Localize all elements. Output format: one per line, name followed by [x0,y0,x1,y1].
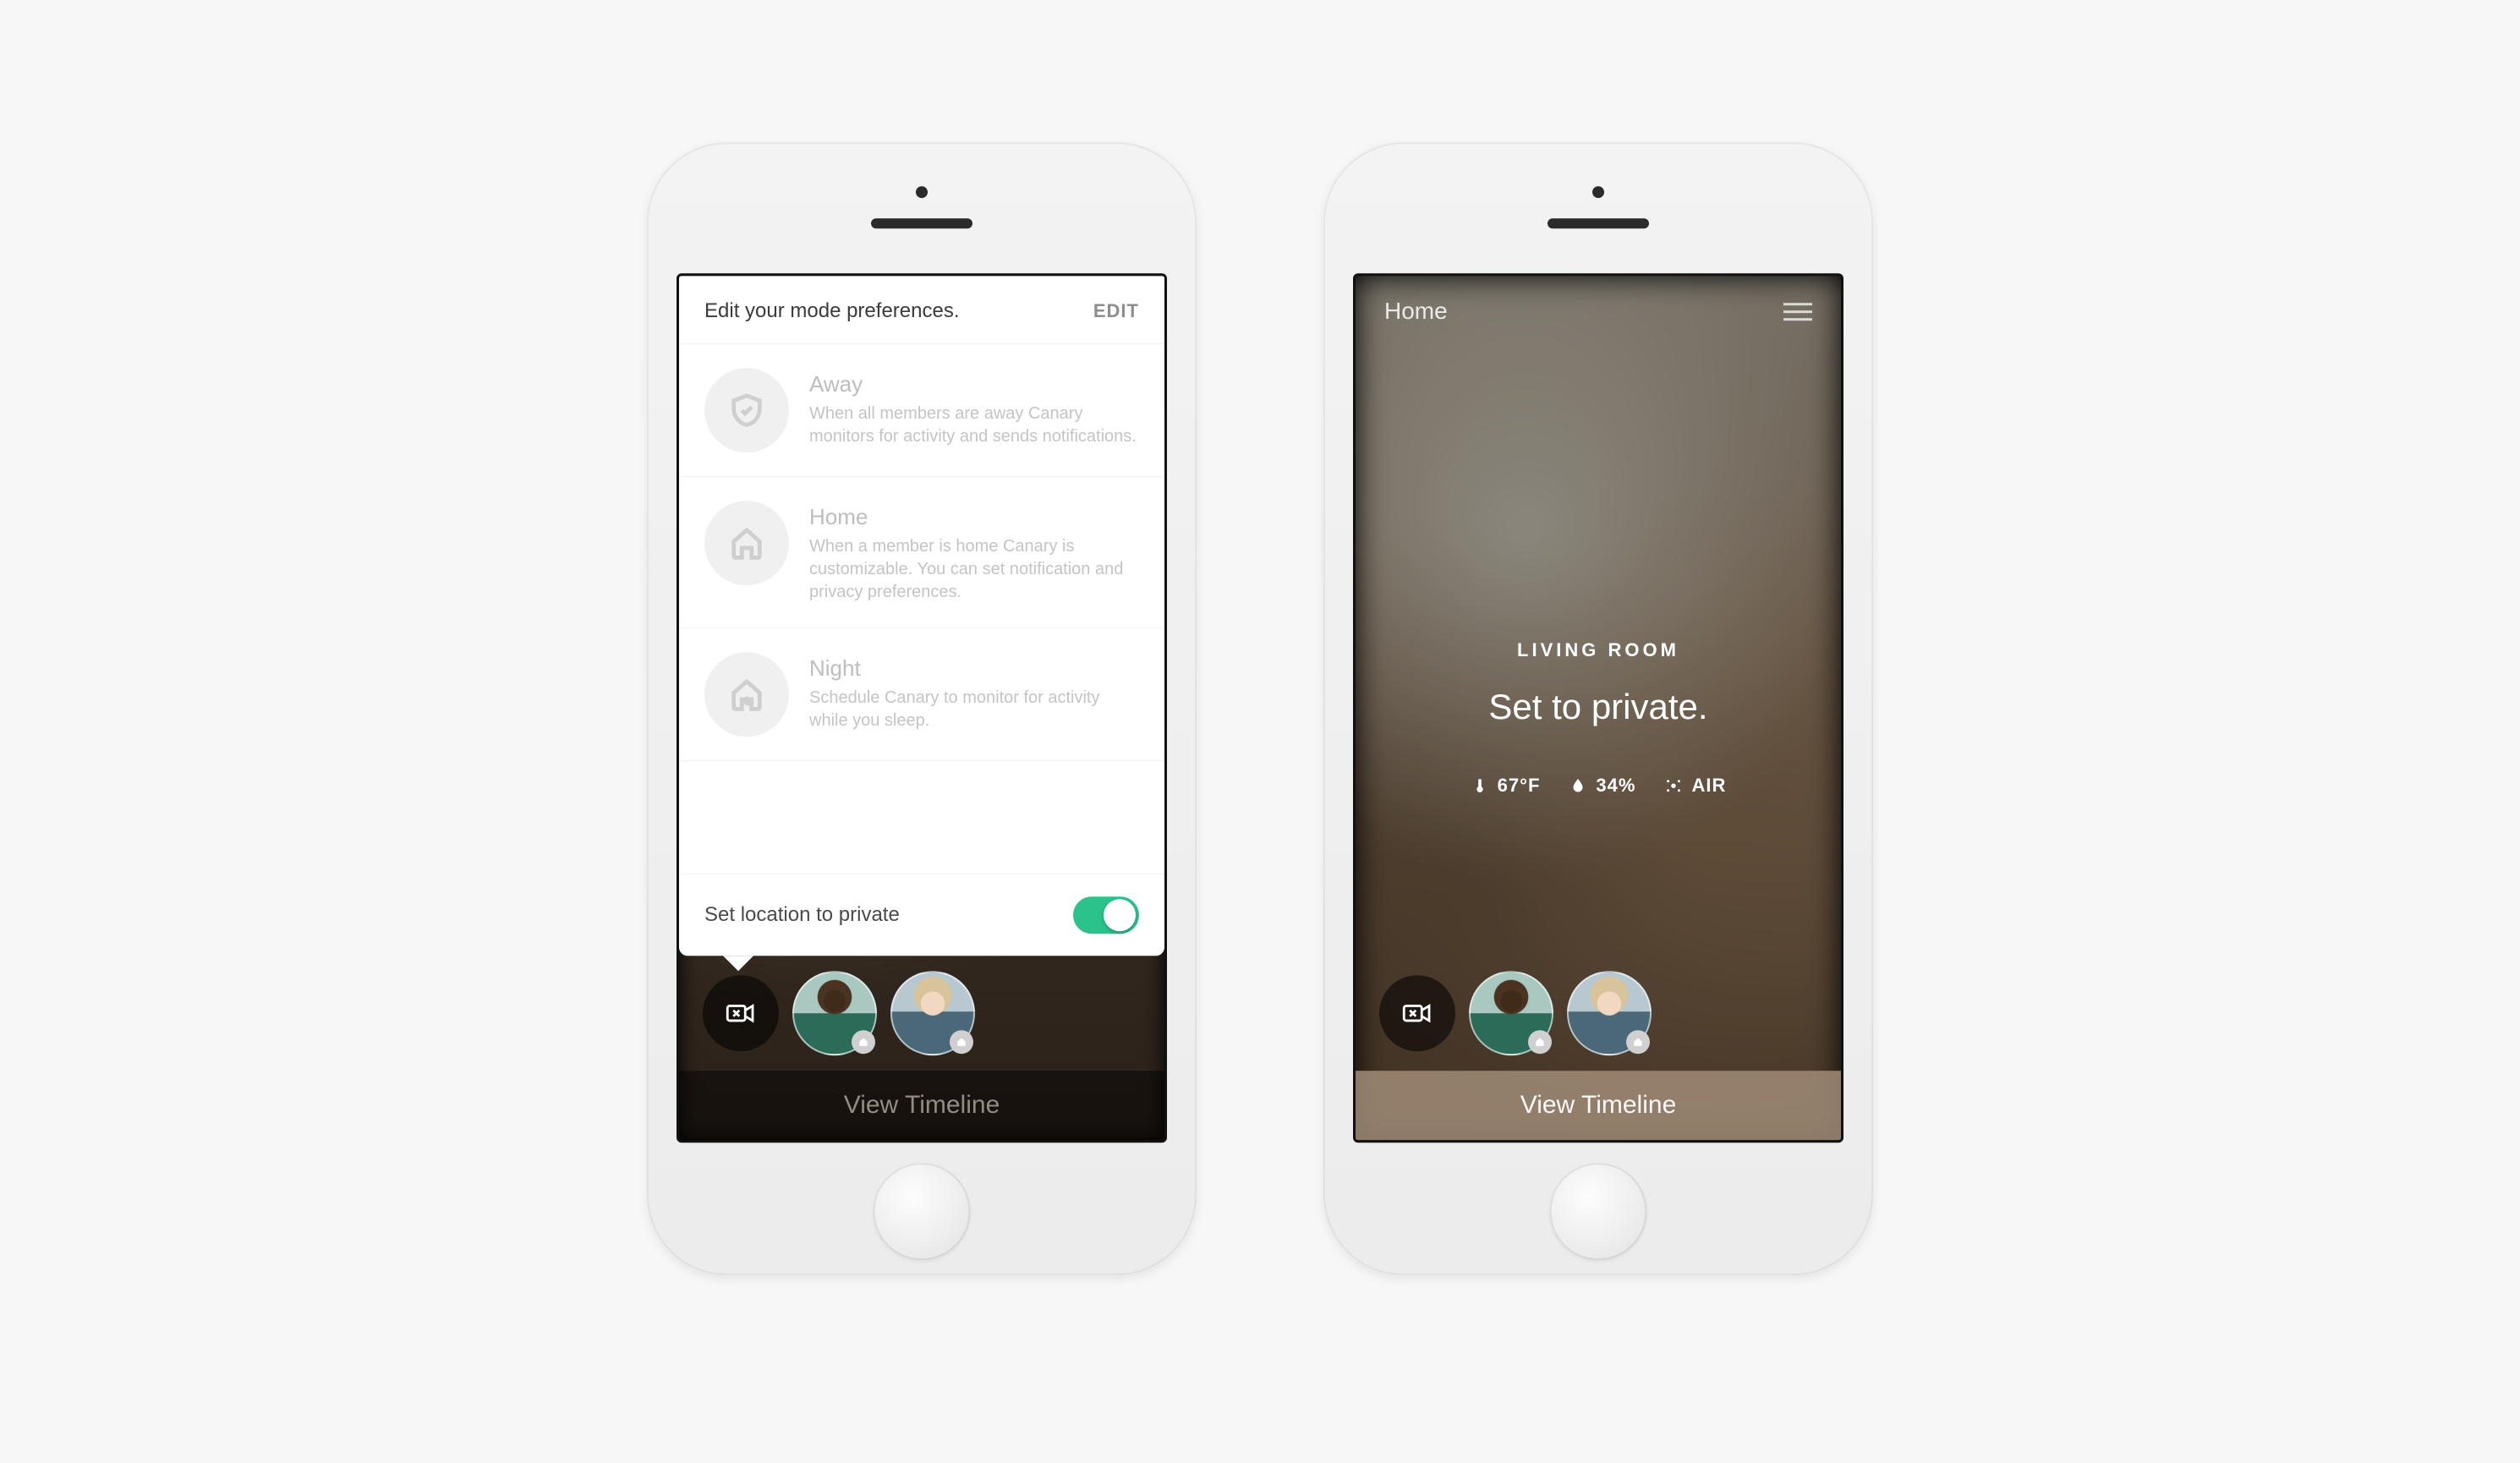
temperature-value: 67°F [1498,775,1541,797]
status-text: Set to private. [1488,687,1707,727]
avatar-member-1[interactable] [1469,971,1553,1055]
house-icon [704,501,789,585]
humidity-value: 34% [1596,775,1635,797]
mode-item-away[interactable]: Away When all members are away Canary mo… [679,344,1164,477]
edit-button[interactable]: EDIT [1093,300,1139,322]
avatar-row [1356,956,1841,1071]
private-toggle[interactable] [1073,896,1139,934]
mode-description: When all members are away Canary monitor… [809,403,1139,448]
air-quality-icon [1664,776,1683,795]
avatar-member-2[interactable] [890,971,975,1055]
popup-footer: Set location to private [679,874,1164,956]
speaker-icon [871,218,972,228]
avatar-member-2[interactable] [1567,971,1652,1055]
phone-top-bezel [1323,142,1873,273]
bottom-strip-a: View Timeline [679,956,1164,1140]
mode-item-night[interactable]: Night Schedule Canary to monitor for act… [679,628,1164,761]
popup-title: Edit your mode preferences. [704,299,960,323]
house-moon-icon [704,652,789,737]
camera-off-icon [723,995,759,1031]
front-camera-icon [916,186,928,198]
view-timeline-button[interactable]: View Timeline [1356,1071,1841,1140]
phone-mockup-left: Edit your mode preferences. EDIT Away Wh… [647,142,1197,1275]
home-badge-icon [1626,1030,1650,1054]
mode-description: When a member is home Canary is customiz… [809,535,1139,604]
temperature-stat[interactable]: 67°F [1471,775,1541,797]
camera-off-button[interactable] [1379,975,1455,1051]
droplet-icon [1569,776,1587,795]
home-button[interactable] [1550,1163,1647,1260]
front-camera-icon [1592,186,1604,198]
mode-title: Away [809,371,1139,397]
avatar-member-1[interactable] [792,971,877,1055]
mode-title: Home [809,504,1139,530]
speaker-icon [1548,218,1649,228]
humidity-stat[interactable]: 34% [1569,775,1635,797]
private-label: Set location to private [704,903,900,927]
room-label: LIVING ROOM [1517,639,1679,661]
view-timeline-label: View Timeline [844,1091,1000,1120]
home-badge-icon [950,1030,973,1054]
mode-description: Schedule Canary to monitor for activity … [809,687,1139,732]
shield-icon [704,368,789,452]
air-stat[interactable]: AIR [1664,775,1726,797]
popup-header: Edit your mode preferences. EDIT [679,276,1164,344]
thermometer-icon [1471,776,1489,795]
camera-off-icon [1400,995,1435,1031]
environment-row: 67°F 34% AIR [1471,775,1727,797]
mode-item-home[interactable]: Home When a member is home Canary is cus… [679,477,1164,628]
avatar-row [679,956,1164,1071]
toggle-knob [1104,899,1136,931]
air-value: AIR [1691,775,1726,797]
phone-top-bezel [647,142,1197,273]
mode-title: Night [809,655,1139,682]
home-button[interactable] [874,1163,971,1260]
view-timeline-label: View Timeline [1520,1091,1677,1120]
view-timeline-button[interactable]: View Timeline [679,1071,1164,1140]
bottom-strip-b: View Timeline [1356,956,1841,1140]
screen-b: Home LIVING ROOM Set to private. 67°F [1353,273,1843,1142]
screen-a: Edit your mode preferences. EDIT Away Wh… [677,273,1167,1142]
home-badge-icon [852,1030,875,1054]
mode-preferences-popup: Edit your mode preferences. EDIT Away Wh… [679,276,1164,956]
camera-off-button[interactable] [703,975,779,1051]
mode-list: Away When all members are away Canary mo… [679,344,1164,874]
phone-mockup-right: Home LIVING ROOM Set to private. 67°F [1323,142,1873,1275]
home-badge-icon [1528,1030,1552,1054]
